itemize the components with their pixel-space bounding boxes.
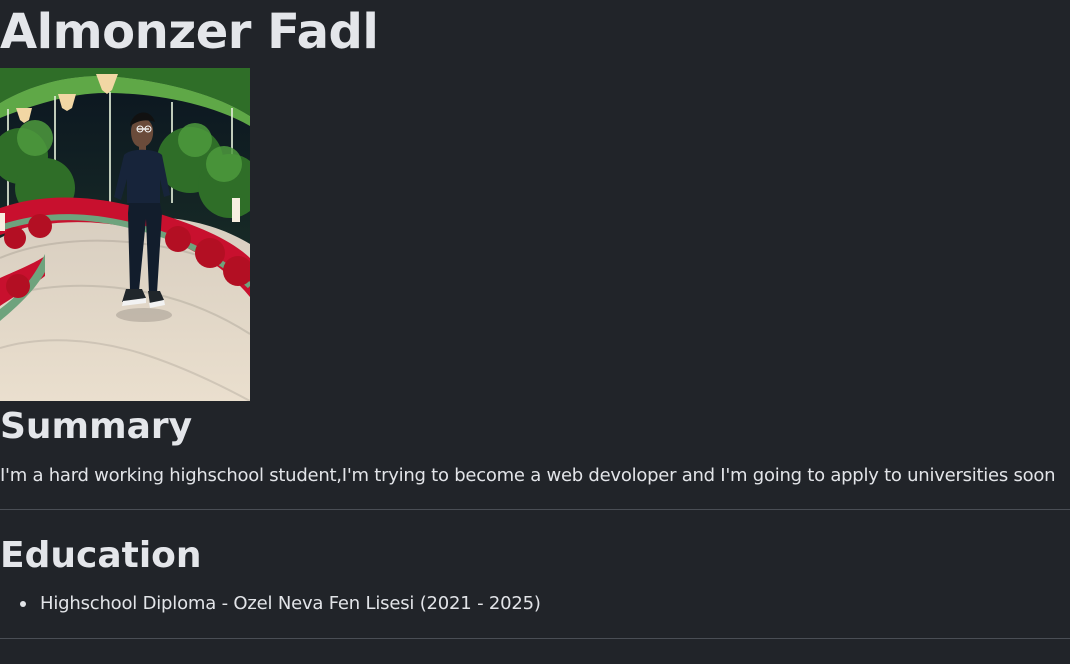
section-divider bbox=[0, 638, 1070, 639]
education-list: Highschool Diploma - Ozel Neva Fen Lises… bbox=[0, 592, 541, 616]
summary-text: I'm a hard working highschool student,I'… bbox=[0, 465, 1056, 486]
education-item-label: Highschool Diploma - Ozel Neva Fen Lises… bbox=[40, 593, 541, 614]
education-heading: Education bbox=[0, 535, 202, 576]
section-divider bbox=[0, 509, 1070, 510]
summary-heading: Summary bbox=[0, 406, 193, 447]
education-item: Highschool Diploma - Ozel Neva Fen Lises… bbox=[0, 592, 541, 616]
profile-page: Almonzer Fadl Summary I'm a hard working… bbox=[0, 0, 1070, 664]
bullet-icon bbox=[20, 601, 26, 607]
profile-photo-illustration bbox=[0, 68, 250, 401]
profile-name: Almonzer Fadl bbox=[0, 4, 379, 60]
profile-photo bbox=[0, 68, 250, 401]
